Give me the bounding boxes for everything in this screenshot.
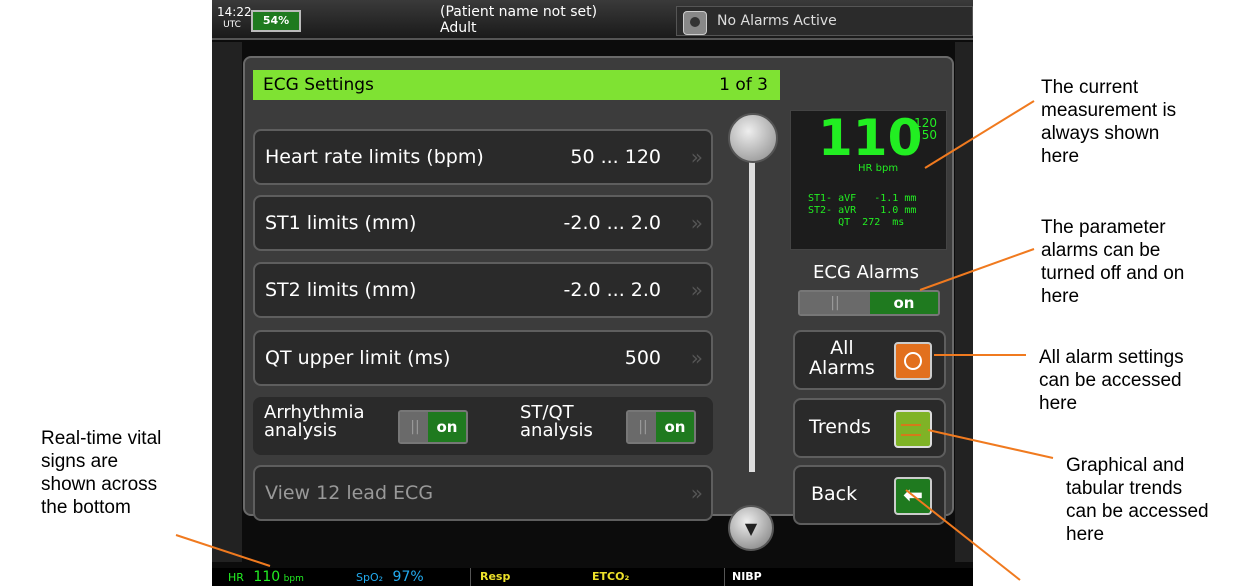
spo2-vital[interactable]: SpO₂ 97% <box>356 568 424 586</box>
annotation-all-alarm-settings: All alarm settings can be accessed here <box>1039 347 1184 414</box>
chevron-right-icon: » <box>690 211 703 235</box>
toggle-off: || <box>800 292 870 314</box>
row-value: -2.0 ... 2.0 <box>563 279 662 301</box>
alarm-bell-icon <box>894 342 932 380</box>
all-alarms-button[interactable]: All Alarms <box>793 330 946 390</box>
toggle-off: || <box>628 412 658 442</box>
annotation-current-measurement: The current measurement is always shown … <box>1041 77 1177 167</box>
row-value: 500 <box>624 347 661 369</box>
hr-unit: HR bpm <box>858 163 899 174</box>
all-alarms-label-1: All <box>830 337 854 359</box>
stqt-label: ST/QT analysis <box>520 404 593 440</box>
arrhythmia-toggle[interactable]: || on <box>398 410 468 444</box>
row-label: QT upper limit (ms) <box>265 347 451 369</box>
ecg-alarms-label: ECG Alarms <box>813 262 919 283</box>
back-button[interactable]: Back ⬅ <box>793 465 946 525</box>
view-12-lead-ecg-row[interactable]: View 12 lead ECG » <box>253 465 713 521</box>
spo2-vital-label: SpO₂ <box>356 571 384 584</box>
chevron-right-icon: » <box>690 481 703 505</box>
hr-limits: 120 50 <box>907 117 937 141</box>
stqt-toggle[interactable]: || on <box>626 410 696 444</box>
resp-vital[interactable]: Resp <box>480 568 510 586</box>
divider <box>470 568 471 586</box>
scroll-thumb[interactable] <box>728 113 778 163</box>
alarm-status-label: No Alarms Active <box>717 13 837 29</box>
left-waveform-area <box>212 42 242 562</box>
page-indicator: 1 of 3 <box>719 75 768 95</box>
all-alarms-label-2: Alarms <box>809 357 875 379</box>
clock: 14:22 UTC <box>217 6 252 36</box>
ecg-alarms-toggle[interactable]: || on <box>798 290 940 316</box>
trends-graph-icon <box>894 410 932 448</box>
alarm-bell-icon <box>683 11 707 35</box>
battery-indicator: 54% <box>251 10 301 32</box>
row-value: 50 ... 120 <box>570 146 661 168</box>
vital-signs-bar: HR 110 bpm SpO₂ 97% Resp ETCO₂ NIBP <box>212 568 973 586</box>
etco2-vital[interactable]: ETCO₂ <box>592 568 629 586</box>
toggle-on: on <box>870 292 938 314</box>
row-label: ST1 limits (mm) <box>265 212 417 234</box>
scroll-down-arrow-icon[interactable]: ▼ <box>728 505 774 551</box>
annotation-parameter-alarms: The parameter alarms can be turned off a… <box>1041 217 1185 307</box>
chevron-right-icon: » <box>690 145 703 169</box>
patient-name: (Patient name not set) <box>440 4 598 20</box>
dialog-header: ECG Settings 1 of 3 <box>253 70 780 100</box>
annotation-trends: Graphical and tabular trends can be acce… <box>1066 455 1209 545</box>
chevron-right-icon: » <box>690 278 703 302</box>
row-label: View 12 lead ECG <box>265 482 434 504</box>
right-waveform-area <box>955 42 973 562</box>
annotation-vital-signs: Real-time vital signs are shown across t… <box>41 428 162 518</box>
hr-lower-limit: 50 <box>921 128 937 142</box>
toggle-off: || <box>400 412 430 442</box>
st-qt-values: ST1- aVF -1.1 mm ST2- aVR 1.0 mm QT 272 … <box>808 193 917 228</box>
trends-label: Trends <box>809 416 871 438</box>
hr-vital-unit: bpm <box>283 574 304 584</box>
row-label: ST2 limits (mm) <box>265 279 417 301</box>
clock-time: 14:22 <box>217 5 252 19</box>
patient-type: Adult <box>440 20 477 36</box>
arrhythmia-label: Arrhythmia analysis <box>264 404 365 440</box>
clock-utc: UTC <box>223 20 241 30</box>
back-label: Back <box>811 483 858 505</box>
alarm-status[interactable]: No Alarms Active <box>676 6 973 36</box>
heart-rate-limits-row[interactable]: Heart rate limits (bpm) 50 ... 120 » <box>253 129 713 185</box>
row-label: Heart rate limits (bpm) <box>265 146 484 168</box>
st2-limits-row[interactable]: ST2 limits (mm) -2.0 ... 2.0 » <box>253 262 713 318</box>
divider <box>724 568 725 586</box>
dialog-title: ECG Settings <box>263 75 374 95</box>
back-arrow-icon: ⬅ <box>894 477 932 515</box>
nibp-vital[interactable]: NIBP <box>732 568 762 586</box>
hr-vital-value: 110 <box>253 569 281 585</box>
qt-upper-limit-row[interactable]: QT upper limit (ms) 500 » <box>253 330 713 386</box>
chevron-right-icon: » <box>690 346 703 370</box>
patient-info[interactable]: (Patient name not set) Adult <box>440 4 620 36</box>
st1-limits-row[interactable]: ST1 limits (mm) -2.0 ... 2.0 » <box>253 195 713 251</box>
arrhythmia-label-line2: analysis <box>264 420 337 441</box>
stqt-label-line2: analysis <box>520 420 593 441</box>
toggle-on: on <box>428 412 466 442</box>
scrollbar-track <box>749 160 755 472</box>
trends-button[interactable]: Trends <box>793 398 946 458</box>
hr-vital-label: HR <box>228 571 244 584</box>
spo2-vital-value: 97% <box>392 569 424 585</box>
hr-vital[interactable]: HR 110 bpm <box>228 568 304 586</box>
row-value: -2.0 ... 2.0 <box>563 212 662 234</box>
toggle-on: on <box>656 412 694 442</box>
